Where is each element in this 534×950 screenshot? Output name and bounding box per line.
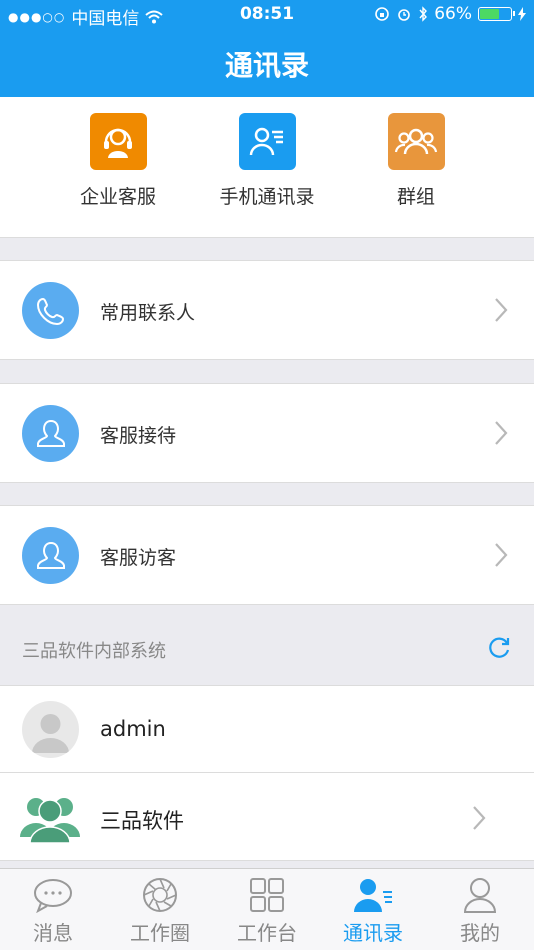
row-label: 常用联系人 bbox=[100, 302, 196, 324]
nav-bar: 通讯录 bbox=[0, 30, 534, 97]
contact-name: 三品软件 bbox=[100, 809, 184, 833]
default-avatar-icon bbox=[22, 701, 79, 758]
battery-fill bbox=[480, 9, 500, 19]
section-title: 三品软件内部系统 bbox=[22, 641, 166, 662]
status-right: 66% bbox=[374, 4, 526, 24]
page-title: 通讯录 bbox=[224, 49, 309, 82]
contact-name: admin bbox=[100, 717, 166, 741]
quick-actions: 企业客服 手机通讯录 群组 bbox=[0, 97, 534, 238]
quick-action-enterprise-service[interactable]: 企业客服 bbox=[48, 113, 188, 209]
row-label: 客服访客 bbox=[100, 547, 177, 569]
row-label: 客服接待 bbox=[100, 425, 177, 447]
phone-icon bbox=[22, 282, 79, 339]
tab-me[interactable]: 我的 bbox=[427, 875, 533, 946]
tab-bar: 消息 工作圈 工作台 通讯录 我的 bbox=[0, 868, 534, 950]
bluetooth-icon bbox=[419, 6, 428, 22]
chevron-right-icon bbox=[495, 298, 508, 322]
battery-percent: 66% bbox=[434, 4, 472, 24]
chevron-right-icon bbox=[495, 543, 508, 567]
contact-group-sanpin[interactable]: 三品软件 bbox=[0, 773, 534, 861]
tab-label: 我的 bbox=[460, 921, 500, 945]
grid-icon bbox=[214, 875, 320, 915]
chevron-right-icon bbox=[495, 421, 508, 445]
headset-icon bbox=[89, 113, 147, 170]
tab-label: 通讯录 bbox=[343, 921, 403, 945]
status-bar: ●●●○○ 中国电信 08:51 66% bbox=[0, 0, 534, 30]
tab-messages[interactable]: 消息 bbox=[0, 875, 106, 946]
group-avatar-icon bbox=[18, 789, 82, 845]
quick-action-label: 群组 bbox=[396, 186, 435, 208]
person-icon bbox=[22, 405, 79, 462]
row-frequent-contacts[interactable]: 常用联系人 bbox=[0, 260, 534, 360]
row-service-reception[interactable]: 客服接待 bbox=[0, 383, 534, 483]
row-service-visitors[interactable]: 客服访客 bbox=[0, 505, 534, 605]
rotation-lock-icon bbox=[375, 7, 390, 21]
refresh-icon[interactable] bbox=[486, 635, 512, 661]
chevron-right-icon bbox=[473, 806, 486, 830]
quick-action-label: 手机通讯录 bbox=[219, 186, 315, 208]
group-icon bbox=[387, 113, 445, 170]
tab-workbench[interactable]: 工作台 bbox=[214, 875, 320, 946]
quick-action-groups[interactable]: 群组 bbox=[346, 113, 486, 209]
contact-card-icon bbox=[238, 113, 296, 170]
contacts-icon bbox=[320, 875, 426, 915]
chat-bubble-icon bbox=[0, 875, 106, 915]
user-icon bbox=[427, 875, 533, 915]
tab-label: 工作台 bbox=[237, 921, 297, 945]
charging-icon bbox=[518, 7, 526, 21]
quick-action-label: 企业客服 bbox=[79, 186, 156, 208]
person-icon bbox=[22, 527, 79, 584]
battery-icon bbox=[478, 7, 515, 21]
section-header: 三品软件内部系统 bbox=[0, 606, 534, 685]
tab-work-circle[interactable]: 工作圈 bbox=[107, 875, 213, 946]
tab-contacts[interactable]: 通讯录 bbox=[320, 875, 426, 946]
quick-action-phone-contacts[interactable]: 手机通讯录 bbox=[197, 113, 337, 209]
alarm-icon bbox=[398, 9, 411, 21]
aperture-icon bbox=[107, 875, 213, 915]
tab-label: 工作圈 bbox=[130, 921, 190, 945]
contact-admin[interactable]: admin bbox=[0, 685, 534, 773]
tab-label: 消息 bbox=[33, 921, 73, 945]
